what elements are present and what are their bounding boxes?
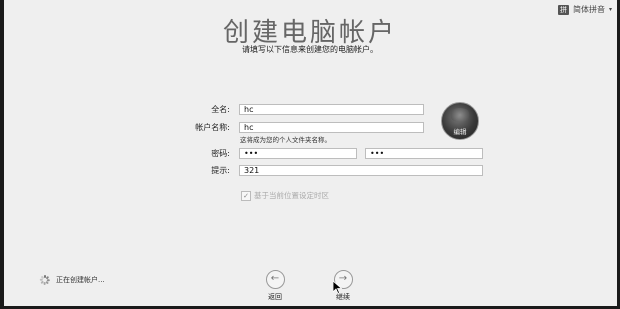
full-name-label: 全名: (211, 105, 230, 114)
back-button[interactable]: ← 返回 (255, 270, 295, 302)
verify-password-field[interactable]: ••• (365, 148, 483, 159)
timezone-checkbox[interactable]: ✓ (241, 190, 251, 201)
account-name-field[interactable]: hc (239, 122, 424, 133)
avatar-edit-label: 编辑 (453, 128, 467, 136)
avatar[interactable]: 编辑 (441, 102, 479, 140)
account-name-label: 帐户名称: (195, 123, 230, 132)
account-name-hint: 这将成为您的个人文件夹名称。 (240, 136, 331, 144)
continue-label: 继续 (336, 293, 350, 301)
status-indicator: 正在创建帐户... (39, 275, 105, 285)
spinner-icon (39, 275, 50, 285)
mouse-cursor-icon (332, 280, 343, 297)
password-label: 密码: (211, 149, 230, 158)
hint-label: 提示: (211, 166, 230, 175)
continue-button[interactable]: → 继续 (323, 270, 363, 302)
back-label: 返回 (268, 293, 282, 301)
arrow-left-icon: ← (265, 270, 285, 289)
full-name-field[interactable]: hc (239, 104, 424, 115)
timezone-checkbox-row[interactable]: ✓ 基于当前位置设定时区 (241, 190, 329, 201)
flower-icon (449, 108, 471, 122)
page-subtitle: 请填写以下信息来创建您的电脑帐户。 (242, 45, 378, 54)
status-text: 正在创建帐户... (56, 276, 105, 284)
password-field[interactable]: ••• (239, 148, 357, 159)
hint-field[interactable]: 321 (239, 165, 483, 176)
timezone-label: 基于当前位置设定时区 (254, 191, 329, 200)
